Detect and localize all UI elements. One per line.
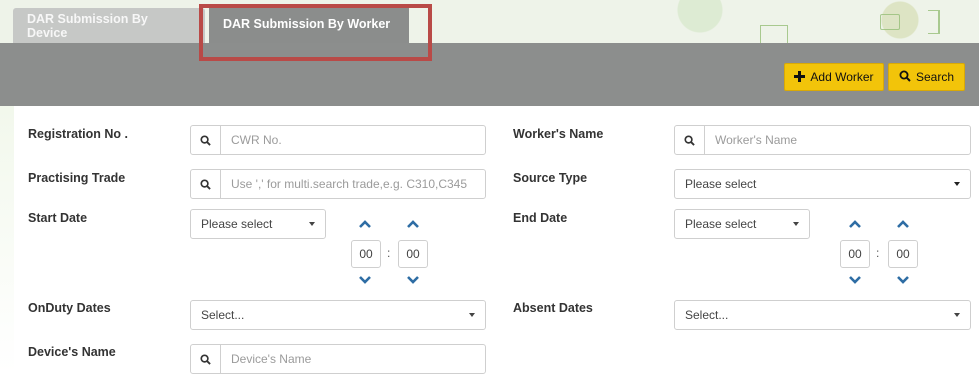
onduty-label: OnDuty Dates — [28, 301, 111, 315]
end-hour-field[interactable]: 00 — [840, 240, 870, 268]
tab-dar-by-device[interactable]: DAR Submission By Device — [13, 8, 205, 43]
decorative-shape — [928, 10, 940, 34]
time-separator: : — [387, 246, 391, 260]
caret-down-icon — [469, 313, 475, 317]
search-label: Search — [915, 70, 955, 84]
end-date-value: Please select — [685, 217, 757, 231]
end-minute-down-icon[interactable] — [896, 275, 910, 285]
caret-down-icon — [309, 222, 315, 226]
search-icon — [191, 126, 221, 154]
add-worker-label: Add Worker — [810, 70, 874, 84]
onduty-value: Select... — [201, 308, 245, 322]
end-minute-field[interactable]: 00 — [888, 240, 918, 268]
registration-field[interactable] — [190, 125, 486, 155]
worker-name-input[interactable] — [705, 126, 970, 154]
trade-input[interactable] — [221, 170, 485, 198]
toolbar: Add Worker Search — [0, 43, 979, 106]
start-hour-up-icon[interactable] — [358, 219, 372, 229]
search-button[interactable]: Search — [888, 63, 965, 91]
start-date-select[interactable]: Please select — [190, 209, 326, 239]
start-minute-field[interactable]: 00 — [398, 240, 428, 268]
absent-select[interactable]: Select... — [674, 300, 971, 330]
trade-label: Practising Trade — [28, 171, 126, 185]
time-separator: : — [876, 246, 880, 260]
registration-input[interactable] — [221, 126, 485, 154]
start-hour-field[interactable]: 00 — [351, 240, 381, 268]
trade-field[interactable] — [190, 169, 486, 199]
end-date-select[interactable]: Please select — [674, 209, 810, 239]
tab-strip: DAR Submission By Device DAR Submission … — [0, 0, 979, 43]
source-type-select[interactable]: Please select — [674, 169, 971, 199]
tab-dar-by-worker[interactable]: DAR Submission By Worker — [209, 4, 409, 43]
device-name-field[interactable] — [190, 344, 486, 374]
end-hour-down-icon[interactable] — [848, 275, 862, 285]
start-date-label: Start Date — [28, 211, 88, 225]
start-date-value: Please select — [201, 217, 273, 231]
search-icon — [899, 70, 911, 85]
decorative-shape — [880, 14, 900, 30]
end-minute-up-icon[interactable] — [896, 219, 910, 229]
registration-label: Registration No . — [28, 127, 129, 141]
add-worker-button[interactable]: Add Worker — [784, 63, 884, 91]
absent-label: Absent Dates — [513, 301, 593, 315]
worker-name-field[interactable] — [674, 125, 971, 155]
device-name-input[interactable] — [221, 345, 485, 373]
end-hour-up-icon[interactable] — [848, 219, 862, 229]
search-icon — [191, 170, 221, 198]
search-icon — [675, 126, 705, 154]
device-name-label: Device's Name — [28, 345, 116, 359]
search-icon — [191, 345, 221, 373]
caret-down-icon — [793, 222, 799, 226]
start-hour-down-icon[interactable] — [358, 275, 372, 285]
worker-name-label: Worker's Name — [513, 127, 604, 141]
start-minute-up-icon[interactable] — [406, 219, 420, 229]
decorative-shape — [760, 25, 788, 43]
source-type-label: Source Type — [513, 171, 588, 185]
start-minute-down-icon[interactable] — [406, 275, 420, 285]
end-date-label: End Date — [513, 211, 568, 225]
source-type-value: Please select — [685, 177, 757, 191]
caret-down-icon — [954, 313, 960, 317]
plus-icon — [794, 69, 806, 85]
onduty-select[interactable]: Select... — [190, 300, 486, 330]
absent-value: Select... — [685, 308, 729, 322]
side-background — [0, 106, 14, 374]
caret-down-icon — [954, 182, 960, 186]
